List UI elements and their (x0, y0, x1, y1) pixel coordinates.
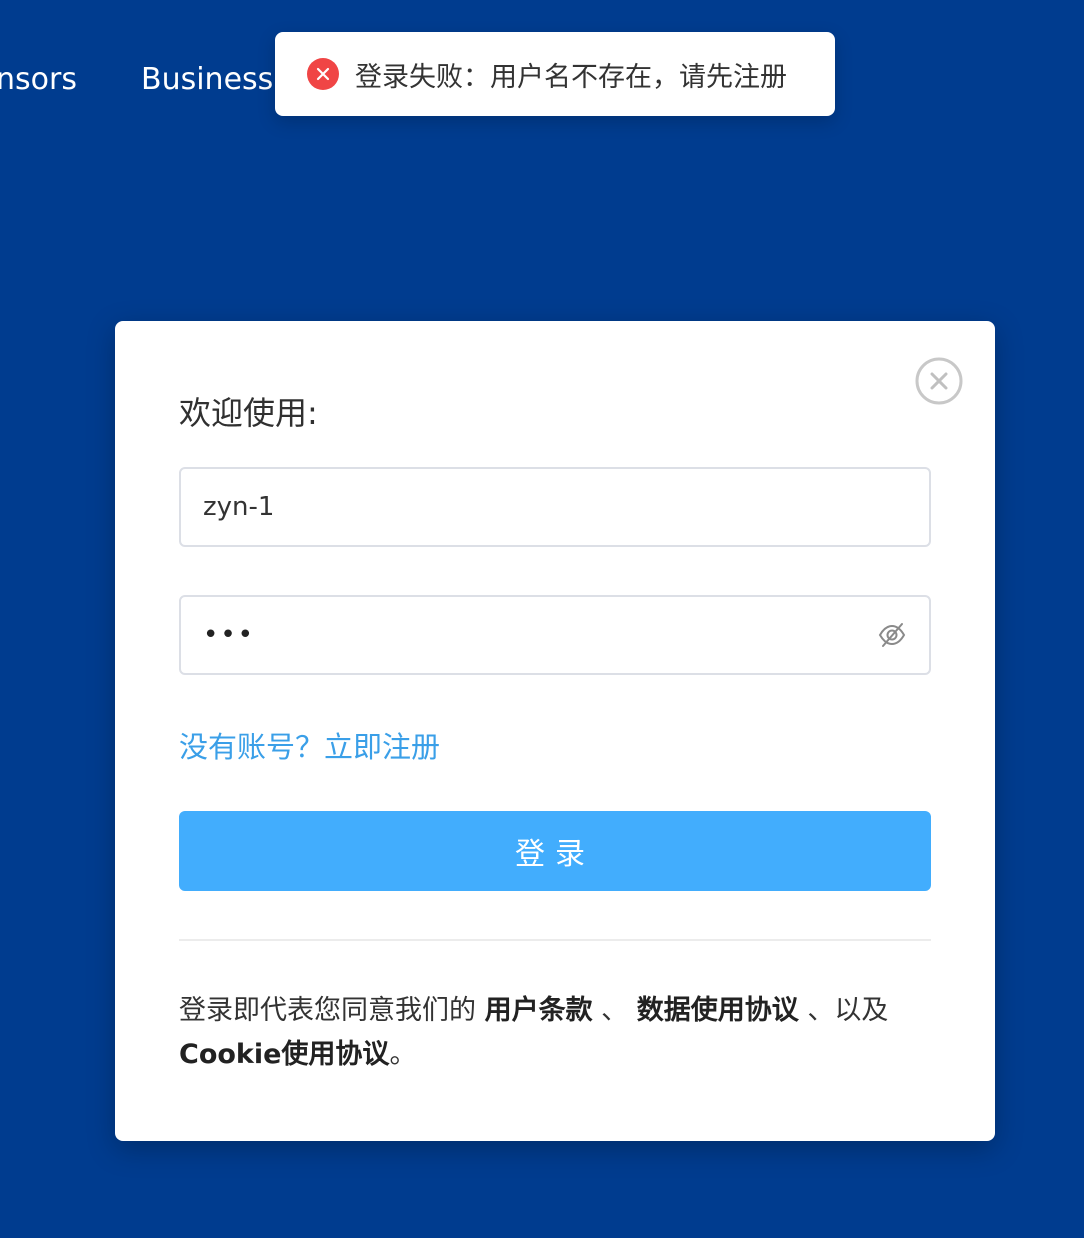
password-field[interactable]: ••• (179, 595, 931, 675)
error-toast: 登录失败：用户名不存在，请先注册 (275, 32, 835, 116)
terms-prefix: 登录即代表您同意我们的 (179, 995, 485, 1026)
password-input[interactable]: ••• (203, 620, 877, 650)
toast-message: 登录失败：用户名不存在，请先注册 (355, 61, 787, 93)
nav-item-sponsors[interactable]: nsors (0, 58, 77, 102)
terms-separator: 、 (592, 995, 637, 1026)
login-modal: 欢迎使用: ••• 没有账号？立即注册 登录 登录即代表您同意我们的 用户条款 … (115, 321, 995, 1141)
terms-text: 登录即代表您同意我们的 用户条款 、 数据使用协议 、以及 Cookie使用协议… (179, 989, 931, 1077)
user-terms-link[interactable]: 用户条款 (485, 995, 593, 1026)
data-agreement-link[interactable]: 数据使用协议 (637, 995, 799, 1026)
username-input[interactable] (203, 487, 907, 527)
terms-separator: 、以及 (798, 995, 889, 1026)
modal-title: 欢迎使用: (179, 394, 318, 432)
cookie-agreement-link[interactable]: Cookie使用协议 (179, 1039, 389, 1070)
nav-item-business[interactable]: Business . (141, 58, 292, 102)
error-circle-icon (307, 58, 339, 90)
login-button[interactable]: 登录 (179, 811, 931, 891)
divider (179, 939, 931, 941)
eye-off-icon[interactable] (877, 620, 907, 650)
close-icon[interactable] (915, 357, 963, 405)
terms-suffix: 。 (389, 1039, 417, 1070)
username-field[interactable] (179, 467, 931, 547)
register-link[interactable]: 没有账号？立即注册 (179, 725, 440, 769)
